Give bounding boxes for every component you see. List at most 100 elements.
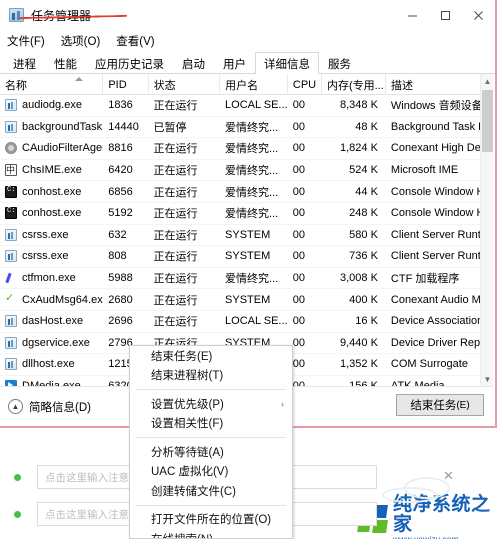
menu-file[interactable]: 文件(F) [7,33,54,49]
process-name: ChsIME.exe [22,164,82,177]
close-button[interactable] [462,0,495,30]
process-name: conhost.exe [22,185,82,198]
scrollbar-thumb[interactable] [482,90,493,152]
process-name: dasHost.exe [22,315,84,328]
process-name: dgservice.exe [22,336,90,349]
cell-memory: 248 K [349,207,378,220]
scroll-up-icon[interactable]: ▲ [481,74,493,88]
cell-status: 正在运行 [153,208,198,221]
context-menu-item[interactable]: 在线搜索(N) [130,529,292,538]
tab-services[interactable]: 服务 [319,52,360,74]
process-name: CxAudMsg64.exe [22,293,104,306]
table-row[interactable]: dasHost.exe 2696 正在运行 LOCAL SE... 00 16 K Devi… [0,311,493,333]
cell-name: dgservice.exe [0,336,103,349]
context-menu-item[interactable]: 设置优先级(P) › [130,394,292,414]
generic-icon [5,228,17,241]
cell-memory: 524 K [349,164,378,177]
pen-icon [5,272,17,285]
table-row[interactable]: CAudioFilterAgent... 8816 正在运行 爱情终究... 00 1,8… [0,138,493,160]
cell-pid: 5192 [108,207,133,220]
menu-options[interactable]: 选项(O) [61,33,110,49]
cell-user: 爱情终究... [225,121,279,134]
column-header-memory[interactable]: 内存(专用... [322,74,386,95]
cell-status: 正在运行 [153,294,198,307]
context-menu-item[interactable]: UAC 虚拟化(V) [130,462,292,482]
cell-description: Background Task Host [390,120,493,133]
column-header-name[interactable]: 名称 [0,74,104,95]
column-header-description[interactable]: 描述 [386,74,493,95]
context-menu-item-label: 结束任务(E) [151,350,213,363]
table-row[interactable]: ctfmon.exe 5988 正在运行 爱情终究... 00 3,008 K CTF 加载… [0,268,493,290]
cell-cpu: 00 [292,293,305,306]
context-menu-item-label: UAC 虚拟化(V) [151,466,229,479]
cell-name: dllhost.exe [0,358,103,371]
fewer-details-label: 简略信息(D) [29,401,91,414]
column-header-pid[interactable]: PID [103,74,149,95]
cloud-decoration-icon [382,487,438,503]
context-menu-item[interactable]: 分析等待链(A) [130,442,292,462]
menu-bar: 文件(F) 选项(O) 查看(V) [0,30,495,51]
cell-user: 爱情终究... [225,208,279,221]
maximize-button[interactable] [429,0,462,30]
table-row[interactable]: backgroundTaskH... 14440 已暂停 爱情终究... 00 48 K B… [0,117,493,139]
table-row[interactable]: csrss.exe 632 正在运行 SYSTEM 00 580 K Client Serv… [0,225,493,247]
column-header-cpu[interactable]: CPU [288,74,322,95]
process-name: CAudioFilterAgent... [22,142,103,155]
tab-strip: 进程 性能 应用历史记录 启动 用户 详细信息 服务 [0,51,495,74]
cell-pid: 6420 [108,164,133,177]
process-name: conhost.exe [22,207,82,220]
table-row[interactable]: ChsIME.exe 6420 正在运行 爱情终究... 00 524 K Microsof… [0,160,493,182]
cell-user: LOCAL SE... [225,99,288,112]
cell-cpu: 00 [292,250,305,263]
cell-name: backgroundTaskH... [0,120,103,133]
context-menu-item[interactable]: 结束进程树(T) [130,366,292,386]
gear-icon [5,142,17,155]
vertical-scrollbar[interactable]: ▲ ▼ [480,74,493,386]
context-menu-item[interactable]: 打开文件所在的位置(O) [130,510,292,530]
tab-app-history[interactable]: 应用历史记录 [86,52,173,74]
table-row[interactable]: audiodg.exe 1836 正在运行 LOCAL SE... 00 8,348 K W… [0,95,493,117]
generic-icon [5,99,17,112]
cell-user: SYSTEM [225,293,271,306]
context-menu-item-label: 创建转储文件(C) [151,485,236,498]
scroll-down-icon[interactable]: ▼ [481,372,493,386]
menu-view[interactable]: 查看(V) [116,33,163,49]
cell-name: CAudioFilterAgent... [0,142,103,155]
cell-cpu: 00 [292,164,305,177]
fewer-details-button[interactable]: ▲ 简略信息(D) [8,399,91,415]
context-menu-item[interactable]: 创建转储文件(C) [130,481,292,501]
note-close-icon-1[interactable]: ✕ [443,468,454,484]
cell-description: COM Surrogate [390,358,468,371]
process-name: dllhost.exe [22,358,75,371]
cell-cpu: 00 [292,142,305,155]
cell-pid: 2680 [108,293,133,306]
context-menu-item[interactable]: 设置相关性(F) [130,414,292,434]
table-header-row: 名称 PID 状态 用户名 CPU 内存(专用... 描述 [0,74,493,95]
tab-users[interactable]: 用户 [214,52,255,74]
table-row[interactable]: csrss.exe 808 正在运行 SYSTEM 00 736 K Client Serv… [0,246,493,268]
generic-icon [5,120,17,133]
minimize-button[interactable] [396,0,429,30]
table-row[interactable]: conhost.exe 6856 正在运行 爱情终究... 00 44 K Console … [0,181,493,203]
table-row[interactable]: CxAudMsg64.exe 2680 正在运行 SYSTEM 00 400 K Conex… [0,289,493,311]
menu-separator [136,389,286,390]
console-icon [5,207,17,220]
cell-status: 正在运行 [153,186,198,199]
tab-performance[interactable]: 性能 [45,52,86,74]
cell-status: 正在运行 [153,251,198,264]
menu-separator [136,437,286,438]
cell-status: 正在运行 [153,143,198,156]
tab-processes[interactable]: 进程 [4,52,45,74]
cell-name: conhost.exe [0,207,103,220]
cell-description: Device Driver Repair ... [390,336,493,349]
cell-description: Conexant High Definit... [390,142,493,155]
tab-startup[interactable]: 启动 [173,52,214,74]
cell-name: ctfmon.exe [0,272,103,285]
generic-icon [5,315,17,328]
column-header-status[interactable]: 状态 [149,74,221,95]
end-task-button[interactable]: 结束任务 (E) [396,394,484,416]
tab-details[interactable]: 详细信息 [255,52,319,74]
context-menu-item[interactable]: 结束任务(E) [130,346,292,366]
table-row[interactable]: conhost.exe 5192 正在运行 爱情终究... 00 248 K Console… [0,203,493,225]
column-header-user[interactable]: 用户名 [220,74,288,95]
